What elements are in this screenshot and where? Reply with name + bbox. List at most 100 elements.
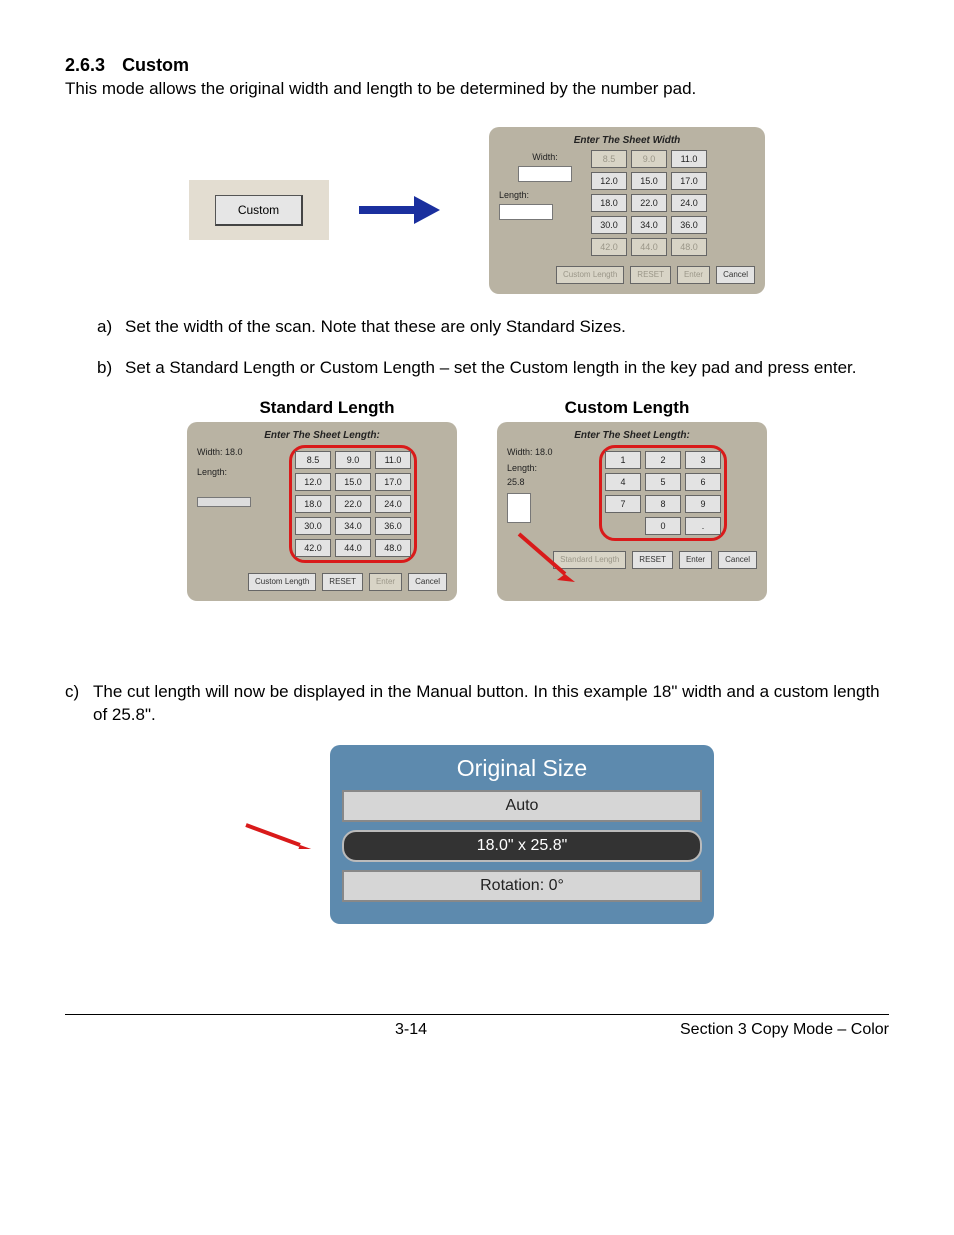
size-btn[interactable]: 30.0: [295, 517, 331, 535]
size-btn[interactable]: 44.0: [335, 539, 371, 557]
custom-length-button[interactable]: Custom Length: [556, 266, 624, 284]
step-a: a) Set the width of the scan. Note that …: [97, 316, 889, 339]
footer-page: 3-14: [395, 1021, 427, 1039]
size-btn[interactable]: 34.0: [335, 517, 371, 535]
key-btn[interactable]: 8: [645, 495, 681, 513]
width-label: Width:: [499, 152, 591, 162]
size-btn[interactable]: 11.0: [375, 451, 411, 469]
width-panel: Enter The Sheet Width Width: Length: 8.5…: [489, 127, 765, 294]
highlight-frame-icon: 1 2 3 4 5 6 7 8 9 0 .: [599, 445, 727, 541]
width-input[interactable]: [518, 166, 572, 182]
std-width-line: Width: 18.0: [197, 447, 289, 457]
key-btn[interactable]: 6: [685, 473, 721, 491]
enter-button[interactable]: Enter: [369, 573, 402, 591]
size-btn[interactable]: 12.0: [295, 473, 331, 491]
reset-button[interactable]: RESET: [630, 266, 671, 284]
size-btn[interactable]: 24.0: [375, 495, 411, 513]
cancel-button[interactable]: Cancel: [408, 573, 447, 591]
custom-button-label: Custom: [238, 203, 279, 217]
key-btn[interactable]: 4: [605, 473, 641, 491]
intro-text: This mode allows the original width and …: [65, 78, 889, 101]
arrow-diagonal-icon: [515, 530, 585, 588]
cancel-button[interactable]: Cancel: [716, 266, 755, 284]
size-btn[interactable]: 15.0: [631, 172, 667, 190]
size-btn[interactable]: 36.0: [671, 216, 707, 234]
key-btn[interactable]: 9: [685, 495, 721, 513]
size-btn[interactable]: 44.0: [631, 238, 667, 256]
custom-length-button[interactable]: Custom Length: [248, 573, 316, 591]
length-input[interactable]: [499, 204, 553, 220]
key-btn[interactable]: 1: [605, 451, 641, 469]
arrow-right-icon: [359, 198, 459, 222]
row-custom-to-width: Custom Enter The Sheet Width Width: Leng…: [65, 127, 889, 294]
key-btn[interactable]: 5: [645, 473, 681, 491]
size-btn[interactable]: 48.0: [671, 238, 707, 256]
enter-button[interactable]: Enter: [677, 266, 710, 284]
custom-button[interactable]: Custom: [215, 195, 303, 226]
section-heading: 2.6.3 Custom: [65, 55, 889, 76]
size-btn[interactable]: 17.0: [671, 172, 707, 190]
size-btn[interactable]: 9.0: [631, 150, 667, 168]
size-btn[interactable]: 12.0: [591, 172, 627, 190]
length-input[interactable]: [197, 497, 251, 507]
step-b: b) Set a Standard Length or Custom Lengt…: [97, 357, 889, 380]
arrow-right-icon: [240, 819, 320, 849]
size-btn[interactable]: 22.0: [631, 194, 667, 212]
key-btn[interactable]: 7: [605, 495, 641, 513]
custom-button-wrap: Custom: [189, 180, 329, 240]
size-btn[interactable]: 18.0: [591, 194, 627, 212]
heading-number: 2.6.3: [65, 55, 105, 75]
key-btn[interactable]: .: [685, 517, 721, 535]
highlight-frame-icon: 8.5 9.0 11.0 12.0 15.0 17.0 18.0 22.0 24…: [289, 445, 417, 563]
size-btn[interactable]: 8.5: [591, 150, 627, 168]
std-length-label: Length:: [197, 467, 289, 477]
key-btn[interactable]: 2: [645, 451, 681, 469]
list-marker: b): [97, 357, 125, 380]
size-btn[interactable]: 11.0: [671, 150, 707, 168]
custom-length-heading: Custom Length: [497, 398, 757, 418]
heading-title: Custom: [122, 55, 189, 75]
size-btn[interactable]: 17.0: [375, 473, 411, 491]
key-btn[interactable]: 0: [645, 517, 681, 535]
reset-button[interactable]: RESET: [632, 551, 673, 569]
size-btn[interactable]: 24.0: [671, 194, 707, 212]
size-btn[interactable]: 8.5: [295, 451, 331, 469]
length-label: Length:: [499, 190, 591, 200]
enter-button[interactable]: Enter: [679, 551, 712, 569]
length-input[interactable]: [507, 493, 531, 523]
size-btn[interactable]: 42.0: [295, 539, 331, 557]
custom-length-panel: Enter The Sheet Length: Width: 18.0 Leng…: [497, 422, 767, 601]
standard-length-heading: Standard Length: [197, 398, 457, 418]
cancel-button[interactable]: Cancel: [718, 551, 757, 569]
cust-length-value: 25.8: [507, 477, 599, 487]
size-button[interactable]: 18.0" x 25.8": [342, 830, 702, 862]
std-panel-title: Enter The Sheet Length:: [197, 430, 447, 441]
standard-length-panel: Enter The Sheet Length: Width: 18.0 Leng…: [187, 422, 457, 601]
key-btn[interactable]: 3: [685, 451, 721, 469]
size-btn[interactable]: 36.0: [375, 517, 411, 535]
size-btn[interactable]: 42.0: [591, 238, 627, 256]
auto-button[interactable]: Auto: [342, 790, 702, 822]
cust-panel-title: Enter The Sheet Length:: [507, 430, 757, 441]
size-btn[interactable]: 48.0: [375, 539, 411, 557]
original-size-panel: Original Size Auto 18.0" x 25.8" Rotatio…: [330, 745, 714, 924]
size-btn[interactable]: 30.0: [591, 216, 627, 234]
width-size-grid: 8.5 9.0 11.0 12.0 15.0 17.0 18.0 22.0 24…: [591, 150, 707, 256]
rotation-button[interactable]: Rotation: 0°: [342, 870, 702, 902]
size-btn[interactable]: 18.0: [295, 495, 331, 513]
cust-width-line: Width: 18.0: [507, 447, 599, 457]
reset-button[interactable]: RESET: [322, 573, 363, 591]
keypad: 1 2 3 4 5 6 7 8 9 0 .: [605, 451, 721, 535]
step-c: c) The cut length will now be displayed …: [65, 681, 889, 727]
list-marker: a): [97, 316, 125, 339]
width-panel-title: Enter The Sheet Width: [499, 135, 755, 146]
footer-section: Section 3 Copy Mode – Color: [680, 1021, 889, 1039]
size-btn[interactable]: 15.0: [335, 473, 371, 491]
size-btn[interactable]: 34.0: [631, 216, 667, 234]
original-size-title: Original Size: [342, 755, 702, 782]
size-btn[interactable]: 22.0: [335, 495, 371, 513]
std-size-grid: 8.5 9.0 11.0 12.0 15.0 17.0 18.0 22.0 24…: [295, 451, 411, 557]
page-footer: 3-14 Section 3 Copy Mode – Color: [65, 1014, 889, 1039]
list-marker: c): [65, 681, 93, 727]
size-btn[interactable]: 9.0: [335, 451, 371, 469]
